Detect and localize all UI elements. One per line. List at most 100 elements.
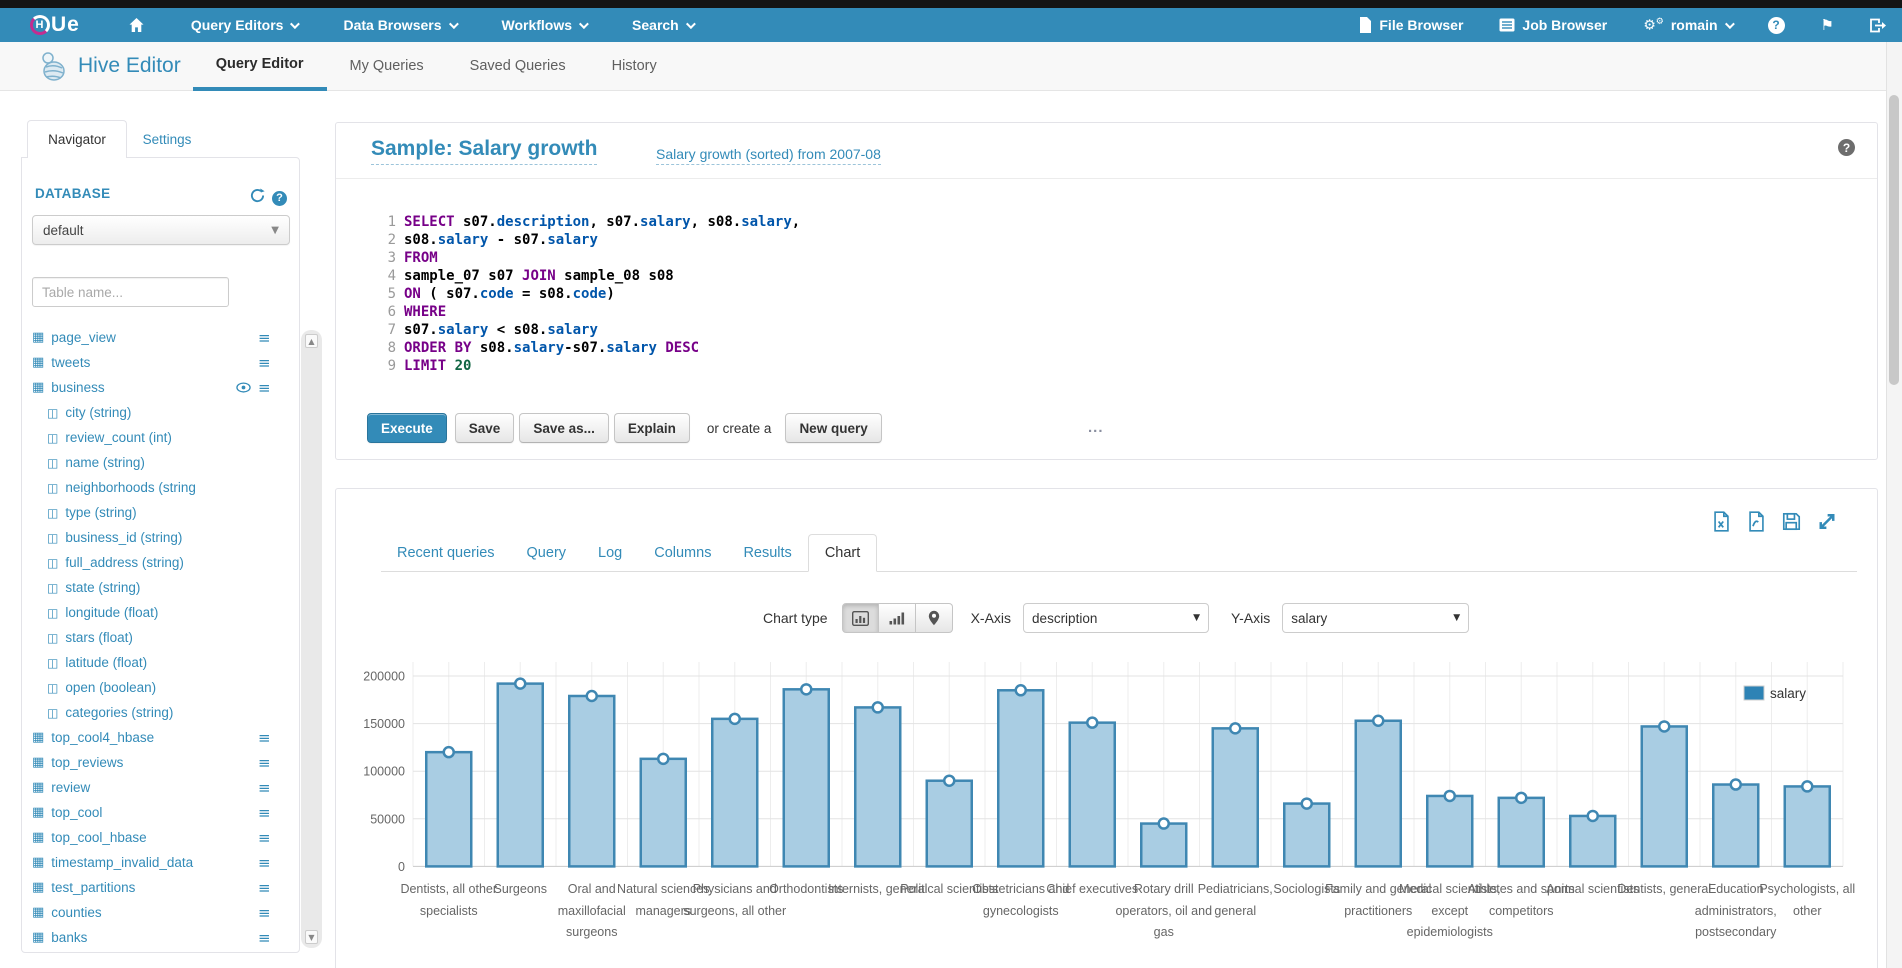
query-help-button[interactable]: ?: [1838, 139, 1855, 156]
table-name[interactable]: banks: [51, 930, 87, 945]
column-name[interactable]: full_address (string): [65, 555, 184, 570]
tab-columns[interactable]: Columns: [638, 535, 727, 571]
table-row[interactable]: ▦business≡: [32, 375, 284, 400]
table-name[interactable]: top_reviews: [51, 755, 123, 770]
tab-query-editor[interactable]: Query Editor: [193, 42, 327, 91]
chart-bar[interactable]: [641, 759, 686, 867]
column-name[interactable]: type (string): [65, 505, 136, 520]
chart-bar[interactable]: [855, 707, 900, 866]
chart-bar[interactable]: [1570, 816, 1615, 866]
query-subtitle-link[interactable]: Salary growth (sorted) from 2007-08: [656, 146, 881, 165]
column-row[interactable]: ◫neighborhoods (string: [32, 475, 284, 500]
chart-bar[interactable]: [569, 696, 614, 866]
page-scrollbar-thumb[interactable]: [1889, 95, 1899, 385]
column-row[interactable]: ◫categories (string): [32, 700, 284, 725]
expand-results-button[interactable]: [1817, 511, 1837, 532]
column-row[interactable]: ◫longitude (float): [32, 600, 284, 625]
table-menu-icon[interactable]: ≡: [258, 779, 271, 797]
table-menu-icon[interactable]: ≡: [258, 904, 271, 922]
column-row[interactable]: ◫name (string): [32, 450, 284, 475]
chart-bar[interactable]: [1427, 796, 1472, 866]
table-row[interactable]: ▦banks≡: [32, 925, 284, 950]
chart-bar-marker[interactable]: [1016, 685, 1026, 695]
download-csv-button[interactable]: [1747, 511, 1766, 532]
chart-bar[interactable]: [1785, 786, 1830, 866]
chart-bar-marker[interactable]: [1731, 780, 1741, 790]
column-row[interactable]: ◫review_count (int): [32, 425, 284, 450]
table-name[interactable]: top_cool: [51, 805, 102, 820]
table-menu-icon[interactable]: ≡: [258, 829, 271, 847]
table-menu-icon[interactable]: ≡: [258, 329, 271, 347]
sql-editor[interactable]: 123456789 SELECT s07.description, s07.sa…: [376, 213, 800, 375]
chart-bar-marker[interactable]: [444, 747, 454, 757]
table-row[interactable]: ▦counties≡: [32, 900, 284, 925]
column-name[interactable]: longitude (float): [65, 605, 158, 620]
table-name[interactable]: test_partitions: [51, 880, 135, 895]
table-menu-icon[interactable]: ≡: [258, 929, 271, 947]
chart-bar[interactable]: [784, 689, 829, 866]
column-name[interactable]: city (string): [65, 405, 131, 420]
tab-log[interactable]: Log: [582, 535, 638, 571]
chart-bar-marker[interactable]: [1373, 716, 1383, 726]
menu-data-browsers[interactable]: Data Browsers: [343, 17, 455, 33]
column-row[interactable]: ◫type (string): [32, 500, 284, 525]
table-name[interactable]: review: [51, 780, 90, 795]
query-title[interactable]: Sample: Salary growth: [371, 137, 597, 165]
tab-recent-queries[interactable]: Recent queries: [381, 535, 511, 571]
column-row[interactable]: ◫latitude (float): [32, 650, 284, 675]
table-name[interactable]: timestamp_invalid_data: [51, 855, 193, 870]
chart-bar-marker[interactable]: [944, 776, 954, 786]
column-name[interactable]: latitude (float): [65, 655, 147, 670]
column-row[interactable]: ◫city (string): [32, 400, 284, 425]
chart-bar[interactable]: [927, 781, 972, 867]
file-browser-button[interactable]: File Browser: [1359, 17, 1463, 33]
tab-chart[interactable]: Chart: [808, 534, 877, 572]
table-menu-icon[interactable]: ≡: [258, 754, 271, 772]
table-search-input[interactable]: [32, 277, 229, 307]
refresh-button[interactable]: [250, 188, 265, 203]
chart-bar-marker[interactable]: [1659, 721, 1669, 731]
table-menu-icon[interactable]: ≡: [258, 854, 271, 872]
sidebar-tab-navigator[interactable]: Navigator: [27, 120, 127, 158]
table-name[interactable]: page_view: [51, 330, 116, 345]
execute-button[interactable]: Execute: [367, 413, 447, 443]
column-name[interactable]: review_count (int): [65, 430, 172, 445]
job-browser-button[interactable]: Job Browser: [1499, 17, 1607, 33]
column-row[interactable]: ◫state (string): [32, 575, 284, 600]
save-as-button[interactable]: Save as...: [519, 413, 609, 443]
hive-editor-title[interactable]: Hive Editor: [38, 49, 181, 83]
help-button[interactable]: ?: [1768, 17, 1785, 34]
chart-bar-marker[interactable]: [1159, 819, 1169, 829]
home-button[interactable]: [128, 17, 145, 33]
hue-logo[interactable]: HUe: [30, 13, 80, 37]
table-menu-icon[interactable]: ≡: [258, 804, 271, 822]
chart-bar-marker[interactable]: [1588, 811, 1598, 821]
chart-bar-marker[interactable]: [515, 679, 525, 689]
chart-bar[interactable]: [1713, 785, 1758, 867]
table-row[interactable]: ▦top_cool4_hbase≡: [32, 725, 284, 750]
menu-workflows[interactable]: Workflows: [502, 17, 587, 33]
table-row[interactable]: ▦tweets≡: [32, 350, 284, 375]
chart-bar-marker[interactable]: [1302, 799, 1312, 809]
chart-bar[interactable]: [1642, 726, 1687, 866]
chart-bar-marker[interactable]: [658, 754, 668, 764]
column-row[interactable]: ◫stars (float): [32, 625, 284, 650]
chart-bar[interactable]: [1213, 728, 1258, 866]
column-name[interactable]: neighborhoods (string: [65, 480, 196, 495]
chart-bar[interactable]: [426, 752, 471, 866]
column-name[interactable]: state (string): [65, 580, 140, 595]
column-name[interactable]: name (string): [65, 455, 145, 470]
chart-bar[interactable]: [998, 690, 1043, 866]
table-name[interactable]: tweets: [51, 355, 90, 370]
column-name[interactable]: open (boolean): [65, 680, 156, 695]
explain-button[interactable]: Explain: [614, 413, 690, 443]
scroll-up-button[interactable]: ▲: [305, 334, 318, 348]
sidebar-tab-settings[interactable]: Settings: [127, 120, 207, 158]
y-axis-select[interactable]: salary ▼: [1282, 603, 1469, 633]
tab-results[interactable]: Results: [727, 535, 807, 571]
save-results-button[interactable]: [1782, 511, 1801, 532]
table-menu-icon[interactable]: ≡: [258, 379, 271, 397]
column-name[interactable]: business_id (string): [65, 530, 182, 545]
table-name[interactable]: counties: [51, 905, 101, 920]
table-row[interactable]: ▦top_cool_hbase≡: [32, 825, 284, 850]
